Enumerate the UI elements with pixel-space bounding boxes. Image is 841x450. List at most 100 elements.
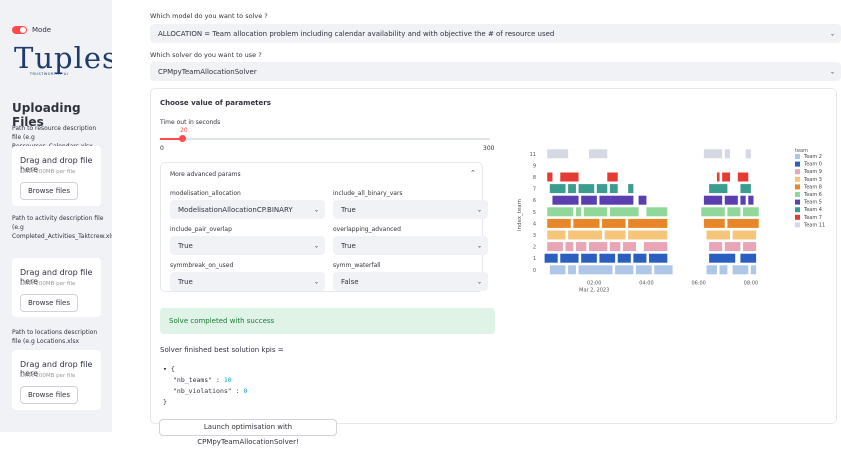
include-pair-overlap-select[interactable]: True ⌄	[170, 236, 325, 255]
legend-swatch[interactable]	[795, 214, 800, 220]
gantt-bar	[599, 253, 616, 263]
timeout-min: 0	[160, 145, 164, 152]
chevron-up-icon[interactable]: ⌃	[470, 169, 476, 177]
legend-item[interactable]: Team 3	[803, 177, 822, 183]
params-title: Choose value of parameters	[160, 99, 271, 107]
collapse-caret-icon[interactable]: ▾	[163, 365, 167, 373]
json-key: "nb_teams"	[173, 376, 213, 384]
param-label: include_pair_overlap	[170, 226, 232, 233]
legend-swatch[interactable]	[795, 154, 800, 159]
gantt-bar	[560, 172, 579, 182]
y-tick-label: 7	[533, 187, 536, 193]
launch-optimisation-button[interactable]: Launch optimisation with CPMpyTeamAlloca…	[159, 419, 337, 446]
symm-waterfall-select[interactable]: False ⌄	[333, 272, 488, 291]
timeout-label: Time out in seconds	[160, 119, 221, 126]
gantt-bar	[575, 242, 587, 252]
resource-dropzone[interactable]: Drag and drop file here Limit 200MB per …	[12, 146, 101, 206]
gantt-bar	[724, 242, 741, 252]
param-label: symm_waterfall	[333, 262, 381, 269]
gantt-bar	[706, 265, 717, 275]
gantt-bar	[722, 172, 730, 182]
gantt-bar	[617, 253, 631, 263]
json-close: }	[163, 398, 167, 406]
locations-dropzone[interactable]: Drag and drop file here Limit 200MB per …	[12, 350, 101, 410]
y-tick-label: 1	[533, 256, 536, 262]
chevron-down-icon: ⌄	[476, 242, 482, 249]
include-all-binary-vars-select[interactable]: True ⌄	[333, 200, 488, 219]
legend-swatch[interactable]	[795, 207, 800, 213]
json-row: "nb_teams" : 10	[173, 376, 232, 384]
overlapping-advanced-select[interactable]: True ⌄	[333, 236, 488, 255]
gantt-bar	[599, 195, 634, 205]
gantt-bar	[706, 230, 730, 240]
y-tick-label: 6	[533, 198, 536, 204]
timeout-slider-handle[interactable]	[178, 135, 186, 142]
gantt-bar	[638, 195, 647, 205]
symmbreak-on-used-select[interactable]: True ⌄	[170, 272, 325, 291]
chevron-down-icon: ⌄	[313, 206, 319, 213]
browse-files-button[interactable]: Browse files	[20, 294, 78, 312]
solver-select[interactable]: CPMpyTeamAllocationSolver ⌄	[150, 62, 841, 81]
legend-item[interactable]: Team 11	[803, 222, 825, 228]
y-tick-label: 2	[533, 245, 536, 251]
chevron-down-icon: ⌄	[476, 278, 482, 285]
select-value: True	[178, 241, 193, 250]
timeout-slider-track[interactable]	[160, 138, 490, 140]
gantt-bar	[604, 230, 626, 240]
advanced-params-title[interactable]: More advanced params	[170, 171, 241, 178]
chevron-down-icon: ⌄	[829, 30, 835, 37]
y-tick-label: 5	[533, 210, 536, 216]
select-value: True	[341, 205, 356, 214]
dropzone-limit: Limit 200MB per file	[20, 169, 76, 175]
legend-swatch[interactable]	[795, 222, 800, 228]
param-label: modelisation_allocation	[170, 190, 241, 197]
legend-swatch[interactable]	[795, 184, 800, 190]
legend-item[interactable]: Team 2	[803, 154, 822, 160]
legend-swatch[interactable]	[795, 161, 800, 167]
legend-swatch[interactable]	[795, 176, 800, 182]
browse-files-button[interactable]: Browse files	[20, 182, 78, 200]
gantt-bar	[732, 230, 757, 240]
legend-item[interactable]: Team 8	[803, 184, 822, 190]
chevron-down-icon: ⌄	[313, 278, 319, 285]
main-area: Which model do you want to solve ? ALLOC…	[112, 0, 841, 446]
chevron-down-icon: ⌄	[829, 68, 835, 75]
legend-swatch[interactable]	[795, 169, 800, 175]
gantt-bar	[544, 253, 558, 263]
json-value: 10	[223, 376, 232, 384]
gantt-bar	[552, 195, 579, 205]
gantt-bar	[701, 207, 725, 217]
legend-swatch[interactable]	[795, 199, 800, 205]
y-tick-label: 0	[533, 268, 536, 274]
legend-item[interactable]: Team 6	[803, 192, 822, 198]
gantt-bar	[568, 265, 576, 275]
gantt-bar	[547, 230, 566, 240]
toggle-switch[interactable]	[12, 26, 27, 34]
gantt-bar	[609, 184, 618, 194]
x-tick-label: 06:00	[691, 281, 705, 287]
gantt-bar	[727, 207, 741, 217]
gantt-bar	[654, 265, 673, 275]
legend-item[interactable]: Team 9	[803, 169, 822, 175]
json-open[interactable]: ▾ {	[163, 364, 247, 375]
legend-swatch[interactable]	[795, 192, 800, 197]
timeout-max: 300	[483, 145, 495, 152]
gantt-bar	[727, 218, 759, 228]
legend-item[interactable]: Team 4	[803, 207, 822, 213]
y-axis-label: index_team	[517, 199, 523, 231]
modelisation-allocation-select[interactable]: ModelisationAllocationCP.BINARY ⌄	[170, 200, 325, 219]
gantt-bar	[547, 172, 553, 182]
mode-toggle[interactable]: Mode	[12, 26, 51, 34]
gantt-bar	[547, 242, 563, 252]
gantt-bar	[573, 218, 600, 228]
model-select[interactable]: ALLOCATION = Team allocation problem inc…	[150, 24, 841, 43]
activity-dropzone[interactable]: Drag and drop file here Limit 200MB per …	[12, 258, 101, 317]
legend-item[interactable]: Team 0	[803, 162, 822, 168]
gantt-bar	[732, 265, 749, 275]
browse-files-button[interactable]: Browse files	[20, 386, 78, 404]
gantt-bar	[649, 253, 668, 263]
gantt-bar	[578, 265, 613, 275]
legend-item[interactable]: Team 5	[803, 200, 822, 206]
legend-item[interactable]: Team 7	[803, 215, 822, 221]
gantt-bar	[709, 242, 723, 252]
